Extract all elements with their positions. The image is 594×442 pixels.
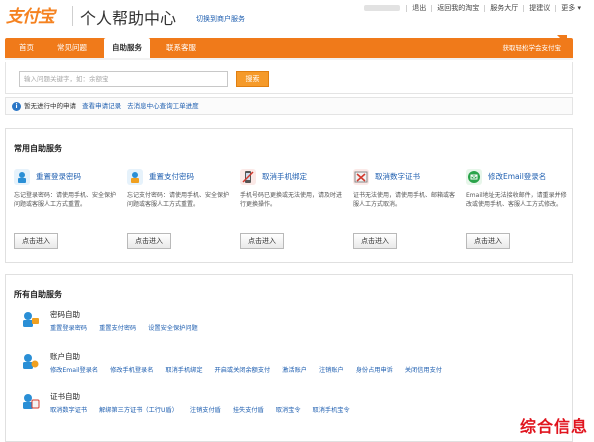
application-notice: i 暂无进行中的申请 查看申请记录 去消息中心查询工单进度 — [5, 97, 573, 115]
chevron-down-icon: ▾ — [577, 4, 581, 12]
enter-button[interactable]: 点击进入 — [14, 233, 58, 249]
service-card: 取消手机绑定 手机号码已更换或无法使用，请及时进行更换操作。 点击进入 — [240, 167, 348, 257]
mobile-unbind-icon — [240, 169, 256, 185]
top-nav: 退出 返回我的淘宝 服务大厅 提建议 更多 ▾ — [364, 3, 586, 13]
service-group-account: 账户自助 修改Email登录名 修改手机登录名 取消手机绑定 开启或关闭余额支付… — [14, 349, 554, 383]
info-icon: i — [12, 102, 21, 111]
reset-pay-password-link[interactable]: 重置支付密码 — [99, 323, 136, 332]
search-area: 输入问题关键字，如：余额宝 搜索 — [5, 62, 573, 94]
unbind-mobile-link[interactable]: 取消手机绑定 — [165, 365, 202, 374]
login-password-icon — [14, 169, 30, 185]
group-links: 取消数字证书 解绑第三方证书（工行U盾） 注销支付盾 挂失支付盾 取消宝令 取消… — [50, 405, 362, 414]
service-card: 取消数字证书 证书无法使用，请使用手机、邮箱或客服人工方式取消。 点击进入 — [353, 167, 461, 257]
group-title: 证书自助 — [50, 392, 80, 401]
service-desc: 忘记支付密码：请使用手机、安全保护问题或客服人工方式重置。 — [127, 192, 230, 208]
service-title[interactable]: 重置登录密码 — [36, 171, 81, 182]
close-credit-pay-link[interactable]: 关闭信用支付 — [405, 365, 442, 374]
tab-home[interactable]: 首页 — [11, 38, 42, 58]
header: 支付宝 个人帮助中心 切换到商户服务 退出 返回我的淘宝 服务大厅 提建议 更多… — [0, 0, 594, 36]
tab-contact[interactable]: 联系客服 — [158, 38, 204, 58]
service-title[interactable]: 取消手机绑定 — [262, 171, 307, 182]
section-title: 所有自助服务 — [14, 290, 62, 299]
cancel-pay-shield-link[interactable]: 注销支付盾 — [190, 405, 221, 414]
unbind-third-party-cert-link[interactable]: 解绑第三方证书（工行U盾） — [99, 405, 178, 414]
pay-password-icon — [127, 169, 143, 185]
section-title: 常用自助服务 — [14, 144, 62, 153]
security-question-link[interactable]: 设置安全保护问题 — [148, 323, 198, 332]
service-desc: Email地址无法接收邮件，请重录并修改或使用手机、客服人工方式修改。 — [466, 192, 567, 208]
notice-text: 暂无进行中的申请 — [24, 102, 76, 110]
tab-faq[interactable]: 常见问题 — [49, 38, 95, 58]
change-mobile-link[interactable]: 修改手机登录名 — [110, 365, 153, 374]
feedback-link[interactable]: 提建议 — [524, 3, 555, 13]
all-services-panel: 所有自助服务 密码自助 重置登录密码 重置支付密码 设置安全保护问题 账户自助 … — [5, 274, 573, 442]
service-card: 重置登录密码 忘记登录密码：请使用手机、安全保护问题或客服人工方式重置。 点击进… — [14, 167, 122, 257]
reset-login-password-link[interactable]: 重置登录密码 — [50, 323, 87, 332]
tab-self-service[interactable]: 自助服务 — [104, 38, 150, 60]
balance-pay-toggle-link[interactable]: 开启或关闭余额支付 — [215, 365, 271, 374]
search-button[interactable]: 搜索 — [236, 71, 269, 87]
enter-button[interactable]: 点击进入 — [353, 233, 397, 249]
page-title: 个人帮助中心 — [80, 9, 177, 28]
view-records-link[interactable]: 查看申请记录 — [82, 102, 121, 110]
common-services-panel: 常用自助服务 重置登录密码 忘记登录密码：请使用手机、安全保护问题或客服人工方式… — [5, 128, 573, 263]
service-desc: 证书无法使用，请使用手机、邮箱或客服人工方式取消。 — [353, 192, 456, 208]
main-navbar: 首页 常见问题 自助服务 联系客服 获取轻松学会支付宝 — [5, 35, 573, 60]
close-account-link[interactable]: 注销账户 — [319, 365, 344, 374]
email-icon — [466, 169, 482, 185]
certificate-group-icon — [20, 391, 40, 411]
change-email-link[interactable]: 修改Email登录名 — [50, 365, 98, 374]
cancel-mobile-token-link[interactable]: 取消手机宝令 — [313, 405, 350, 414]
service-group-password: 密码自助 重置登录密码 重置支付密码 设置安全保护问题 — [14, 307, 554, 341]
navbar-underline — [5, 58, 573, 60]
group-title: 账户自助 — [50, 352, 80, 361]
service-desc: 手机号码已更换或无法使用，请及时进行更换操作。 — [240, 192, 343, 208]
activate-account-link[interactable]: 激活账户 — [282, 365, 307, 374]
learn-alipay-link[interactable]: 获取轻松学会支付宝 — [503, 38, 562, 58]
switch-merchant-link[interactable]: 切换到商户服务 — [196, 14, 245, 24]
service-title[interactable]: 修改Email登录名 — [488, 171, 546, 182]
identity-appeal-link[interactable]: 身份占用申诉 — [356, 365, 393, 374]
cancel-token-link[interactable]: 取消宝令 — [276, 405, 301, 414]
group-links: 修改Email登录名 修改手机登录名 取消手机绑定 开启或关闭余额支付 激活账户… — [50, 365, 454, 374]
alipay-logo[interactable]: 支付宝 — [6, 2, 55, 27]
service-hall-link[interactable]: 服务大厅 — [485, 3, 523, 13]
corner-ribbon — [557, 35, 567, 45]
search-input[interactable]: 输入问题关键字，如：余额宝 — [19, 71, 228, 87]
enter-button[interactable]: 点击进入 — [466, 233, 510, 249]
progress-link[interactable]: 去消息中心查询工单进度 — [127, 102, 199, 110]
service-group-certificate: 证书自助 取消数字证书 解绑第三方证书（工行U盾） 注销支付盾 挂失支付盾 取消… — [14, 389, 554, 423]
service-card: 修改Email登录名 Email地址无法接收邮件，请重录并修改或使用手机、客服人… — [466, 167, 574, 257]
service-title[interactable]: 取消数字证书 — [375, 171, 420, 182]
logout-link[interactable]: 退出 — [407, 3, 431, 13]
enter-button[interactable]: 点击进入 — [127, 233, 171, 249]
cancel-cert-link[interactable]: 取消数字证书 — [50, 405, 87, 414]
report-lost-pay-shield-link[interactable]: 挂失支付盾 — [233, 405, 264, 414]
enter-button[interactable]: 点击进入 — [240, 233, 284, 249]
username-redacted — [364, 5, 401, 11]
account-group-icon — [20, 351, 40, 371]
logo-divider — [72, 6, 73, 26]
more-menu[interactable]: 更多 ▾ — [556, 3, 586, 13]
group-title: 密码自助 — [50, 310, 80, 319]
watermark: 综合信息 — [519, 417, 588, 436]
service-desc: 忘记登录密码：请使用手机、安全保护问题或客服人工方式重置。 — [14, 192, 117, 208]
service-title[interactable]: 重置支付密码 — [149, 171, 194, 182]
password-group-icon — [20, 309, 40, 329]
my-taobao-link[interactable]: 返回我的淘宝 — [432, 3, 484, 13]
group-links: 重置登录密码 重置支付密码 设置安全保护问题 — [50, 323, 210, 332]
service-card: 重置支付密码 忘记支付密码：请使用手机、安全保护问题或客服人工方式重置。 点击进… — [127, 167, 235, 257]
certificate-icon — [353, 169, 369, 185]
